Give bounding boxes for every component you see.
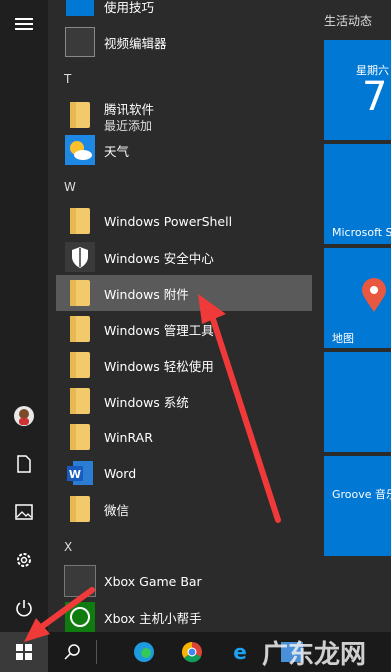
- user-account-button[interactable]: [0, 392, 48, 440]
- folder-icon: [64, 493, 96, 525]
- list-item-video-editor[interactable]: 视频编辑器: [56, 24, 352, 60]
- list-item-word[interactable]: W Word: [56, 455, 352, 491]
- word-icon: W: [64, 457, 96, 489]
- svg-text:e: e: [233, 641, 247, 663]
- maps-tile[interactable]: 地图: [324, 248, 391, 348]
- groove-tile[interactable]: Groove 音乐: [324, 456, 391, 556]
- app-label: 使用技巧: [104, 0, 155, 15]
- letter-header-t[interactable]: T: [64, 72, 71, 86]
- search-icon: [64, 644, 80, 660]
- list-item-security[interactable]: Windows 安全中心: [56, 239, 352, 275]
- xbox-game-bar-icon: [64, 565, 96, 597]
- live-tile[interactable]: [324, 352, 391, 452]
- list-item-admin-tools[interactable]: Windows 管理工具: [56, 311, 352, 347]
- folder-icon: [64, 349, 96, 381]
- pictures-icon: [15, 504, 33, 520]
- calendar-date: 7: [362, 74, 388, 120]
- map-pin-icon: [362, 278, 386, 312]
- search-button[interactable]: [52, 632, 92, 672]
- pictures-button[interactable]: [0, 488, 48, 536]
- list-item-wechat[interactable]: 微信: [56, 491, 352, 527]
- letter-header-w[interactable]: W: [64, 180, 76, 194]
- power-button[interactable]: [0, 584, 48, 632]
- app-label: Windows 安全中心: [104, 250, 214, 266]
- app-label: 天气: [104, 143, 130, 159]
- xbox-icon: [64, 601, 96, 633]
- chrome-icon: [182, 642, 202, 663]
- watermark: 广东龙网: [262, 640, 367, 670]
- list-item-ease-of-access[interactable]: Windows 轻松使用: [56, 347, 352, 383]
- power-icon: [16, 600, 32, 617]
- document-icon: [17, 455, 31, 473]
- app-list: 使用技巧 视频编辑器 T 腾讯软件 最近添加 天气 W Windows Powe…: [48, 0, 352, 632]
- app-label: Windows 附件: [104, 286, 189, 302]
- tiles-panel: 生活动态 星期六 7 Microsoft S 地图 Groove 音乐: [312, 0, 391, 632]
- tile-label: Microsoft S: [332, 226, 391, 239]
- tiles-group-header: 生活动态: [324, 14, 373, 28]
- list-item-xbox-game-bar[interactable]: Xbox Game Bar: [56, 563, 352, 599]
- hamburger-menu-button[interactable]: [0, 0, 48, 48]
- svg-text:W: W: [69, 468, 81, 481]
- app-label: WinRAR: [104, 429, 153, 445]
- list-item-powershell[interactable]: Windows PowerShell: [56, 203, 352, 239]
- windows-start-icon: [16, 644, 32, 660]
- letter-header-x[interactable]: X: [64, 540, 72, 554]
- start-rail: [0, 0, 48, 632]
- taskbar-divider: [96, 640, 97, 664]
- settings-button[interactable]: [0, 536, 48, 584]
- app-label: Word: [104, 465, 137, 481]
- user-avatar: [14, 406, 34, 426]
- folder-icon: [64, 385, 96, 417]
- folder-icon: [64, 205, 96, 237]
- app-label: Windows 系统: [104, 394, 189, 410]
- tips-icon: [64, 0, 96, 22]
- app-label: 视频编辑器: [104, 35, 167, 51]
- folder-icon: [64, 421, 96, 453]
- edge-button[interactable]: [124, 632, 164, 672]
- calendar-tile[interactable]: 星期六 7: [324, 40, 391, 140]
- list-item-weather[interactable]: 天气: [56, 132, 352, 168]
- tile-label: 地图: [332, 332, 354, 345]
- hamburger-icon: [15, 18, 33, 30]
- app-label: 微信: [104, 502, 130, 518]
- folder-icon: [64, 313, 96, 345]
- app-label: Windows 管理工具: [104, 322, 214, 338]
- tile-label: Groove 音乐: [332, 488, 391, 501]
- folder-icon: [64, 277, 96, 309]
- list-item-winrar[interactable]: WinRAR: [56, 419, 352, 455]
- list-item-accessories[interactable]: Windows 附件: [56, 275, 352, 311]
- app-label: Xbox 主机小帮手: [104, 610, 202, 626]
- weather-icon: [64, 134, 96, 166]
- app-label: Xbox Game Bar: [104, 573, 202, 589]
- shield-icon: [64, 241, 96, 273]
- list-item-xbox-companion[interactable]: Xbox 主机小帮手: [56, 599, 352, 635]
- ie-icon: e: [233, 641, 247, 663]
- list-item-tips[interactable]: 使用技巧: [56, 0, 352, 24]
- list-item-system[interactable]: Windows 系统: [56, 383, 352, 419]
- store-tile[interactable]: Microsoft S: [324, 144, 391, 244]
- list-item-tencent[interactable]: 腾讯软件 最近添加: [56, 95, 352, 135]
- app-label: 腾讯软件: [104, 101, 155, 117]
- chrome-button[interactable]: [172, 632, 212, 672]
- documents-button[interactable]: [0, 440, 48, 488]
- app-label: Windows PowerShell: [104, 213, 233, 229]
- folder-icon: [64, 99, 96, 131]
- start-button[interactable]: [0, 632, 48, 672]
- settings-icon: [17, 553, 31, 567]
- app-label: Windows 轻松使用: [104, 358, 214, 374]
- edge-icon: [134, 642, 154, 662]
- video-editor-icon: [64, 26, 96, 58]
- ie-button[interactable]: e: [220, 632, 260, 672]
- taskbar: e 广东龙网: [0, 632, 391, 672]
